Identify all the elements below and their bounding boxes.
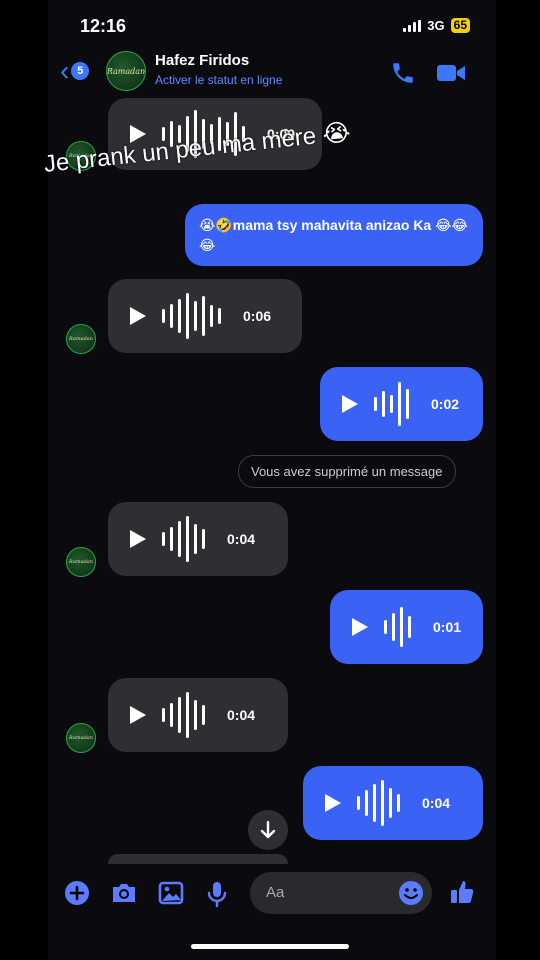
play-icon[interactable] bbox=[352, 618, 368, 636]
plus-icon[interactable] bbox=[64, 880, 90, 906]
play-icon[interactable] bbox=[130, 307, 146, 325]
image-icon[interactable] bbox=[158, 880, 184, 906]
voice-message-in[interactable]: 0:06 bbox=[108, 279, 302, 353]
avatar-logo-text: Ramadan bbox=[69, 735, 93, 741]
status-bar: 12:16 3G 65 bbox=[0, 14, 540, 40]
message-input[interactable]: Aa bbox=[250, 872, 432, 914]
video-camera-icon[interactable] bbox=[436, 62, 466, 84]
avatar-logo-text: Ramadan bbox=[69, 336, 93, 342]
message-composer: Aa bbox=[48, 868, 496, 920]
message-list[interactable]: 0:09 Ramadan 😭🤣mama tsy mahavita anizao … bbox=[48, 96, 496, 864]
back-button[interactable]: ‹ 5 bbox=[60, 55, 90, 86]
avatar-logo-text: Ramadan bbox=[69, 559, 93, 565]
play-icon[interactable] bbox=[342, 395, 358, 413]
waveform bbox=[162, 692, 205, 738]
signal-icon bbox=[403, 19, 422, 32]
contact-avatar[interactable]: Ramadan bbox=[106, 51, 146, 91]
voice-duration: 0:06 bbox=[243, 308, 272, 324]
chat-header: ‹ 5 Ramadan Hafez Firidos Activer le sta… bbox=[48, 48, 496, 94]
play-icon[interactable] bbox=[130, 706, 146, 724]
back-chevron-icon: ‹ bbox=[60, 55, 70, 86]
waveform bbox=[162, 516, 205, 562]
camera-icon[interactable] bbox=[110, 880, 138, 906]
emoji-icon[interactable] bbox=[398, 880, 424, 906]
waveform bbox=[357, 780, 400, 826]
voice-message-out[interactable]: 0:04 bbox=[303, 766, 483, 840]
contact-avatar-small[interactable]: Ramadan bbox=[66, 723, 96, 753]
arrow-down-icon bbox=[260, 821, 276, 839]
voice-duration: 0:04 bbox=[227, 707, 256, 723]
deleted-message-notice: Vous avez supprimé un message bbox=[238, 455, 456, 488]
status-indicators: 3G 65 bbox=[403, 18, 470, 33]
voice-message-out[interactable]: 0:02 bbox=[320, 367, 483, 441]
unread-count-badge: 5 bbox=[71, 62, 90, 80]
voice-duration: 0:01 bbox=[433, 619, 462, 635]
waveform bbox=[162, 293, 221, 339]
scroll-to-bottom-button[interactable] bbox=[248, 810, 288, 850]
waveform bbox=[374, 382, 409, 426]
play-icon[interactable] bbox=[130, 530, 146, 548]
thumbs-up-icon[interactable] bbox=[448, 878, 476, 906]
phone-icon[interactable] bbox=[390, 60, 416, 86]
avatar-logo-text: Ramadan bbox=[106, 66, 146, 76]
active-status-link[interactable]: Activer le statut en ligne bbox=[155, 73, 282, 87]
voice-message-in-partial[interactable] bbox=[108, 854, 288, 864]
waveform bbox=[384, 607, 411, 647]
voice-duration: 0:04 bbox=[422, 795, 451, 811]
contact-avatar-small[interactable]: Ramadan bbox=[66, 324, 96, 354]
voice-message-out[interactable]: 0:01 bbox=[330, 590, 483, 664]
play-icon[interactable] bbox=[325, 794, 341, 812]
voice-message-in[interactable]: 0:04 bbox=[108, 678, 288, 752]
voice-duration: 0:02 bbox=[431, 396, 460, 412]
network-type: 3G bbox=[427, 18, 445, 33]
clock: 12:16 bbox=[80, 16, 127, 36]
contact-avatar-small[interactable]: Ramadan bbox=[66, 547, 96, 577]
microphone-icon[interactable] bbox=[206, 880, 228, 908]
home-indicator bbox=[191, 944, 349, 949]
text-message-out[interactable]: 😭🤣mama tsy mahavita anizao Ka 😂😂😂 bbox=[185, 204, 483, 266]
message-input-placeholder: Aa bbox=[266, 884, 285, 901]
contact-name[interactable]: Hafez Firidos bbox=[155, 52, 249, 69]
voice-duration: 0:04 bbox=[227, 531, 256, 547]
voice-message-in[interactable]: 0:04 bbox=[108, 502, 288, 576]
battery-icon: 65 bbox=[450, 18, 470, 33]
message-text: 😭🤣mama tsy mahavita anizao Ka 😂😂😂 bbox=[199, 217, 468, 253]
